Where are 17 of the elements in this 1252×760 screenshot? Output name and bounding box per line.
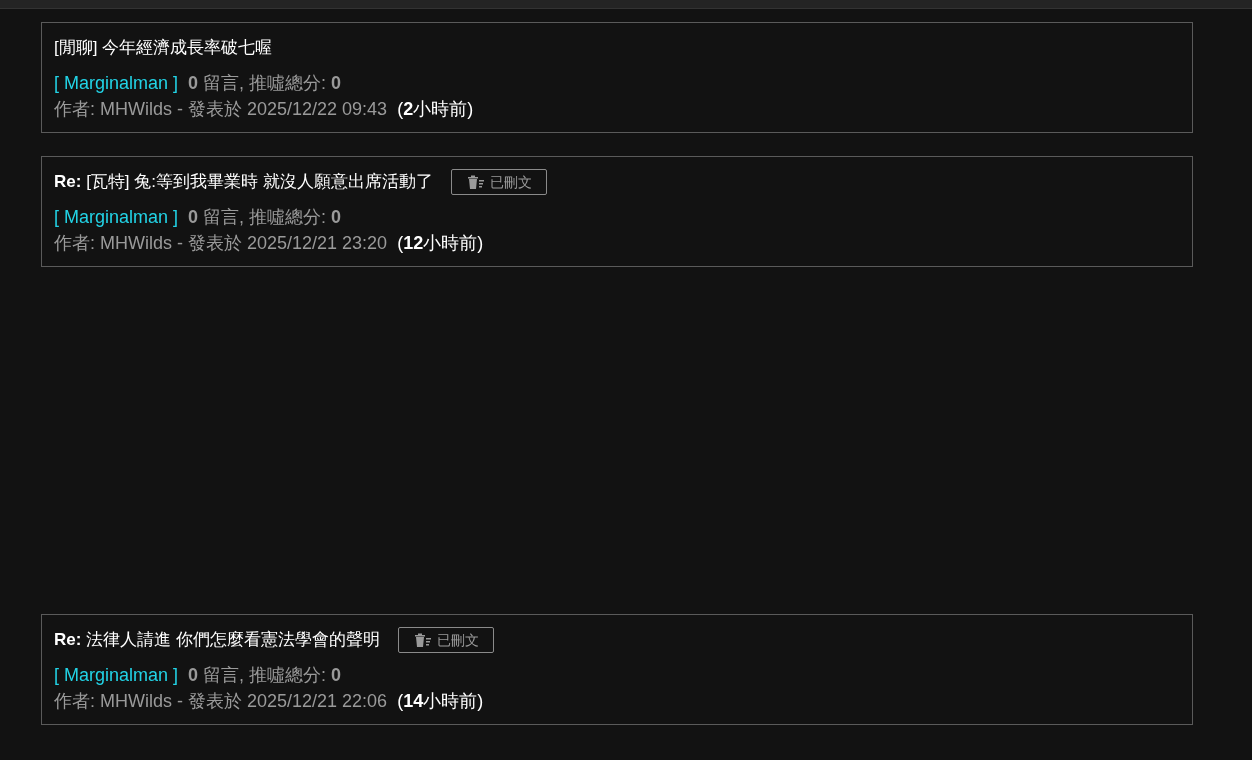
relative-time: (12小時前) <box>397 232 484 255</box>
post-stats: 0 留言, 推噓總分: 0 <box>188 72 342 95</box>
post-stats: 0 留言, 推噓總分: 0 <box>188 664 342 687</box>
deleted-badge: 已刪文 <box>450 169 547 195</box>
post-byline: 作者: MHWilds - 發表於 2025/12/21 22:06 <box>54 690 388 713</box>
post-title[interactable]: [閒聊] 今年經濟成長率破七喔 <box>54 35 273 61</box>
post-title[interactable]: Re: [瓦特] 兔:等到我畢業時 就沒人願意出席活動了 <box>54 169 433 195</box>
post-byline: 作者: MHWilds - 發表於 2025/12/22 09:43 <box>54 98 388 121</box>
board-link[interactable]: [ Marginalman ] <box>54 70 179 96</box>
relative-time: (2小時前) <box>397 98 474 121</box>
relative-time: (14小時前) <box>397 690 484 713</box>
post-title[interactable]: Re: 法律人請進 你們怎麼看憲法學會的聲明 <box>54 627 380 653</box>
board-link[interactable]: [ Marginalman ] <box>54 204 179 230</box>
deleted-badge: 已刪文 <box>397 627 494 653</box>
board-link[interactable]: [ Marginalman ] <box>54 662 179 688</box>
post-byline: 作者: MHWilds - 發表於 2025/12/21 23:20 <box>54 232 388 255</box>
post-stats: 0 留言, 推噓總分: 0 <box>188 206 342 229</box>
